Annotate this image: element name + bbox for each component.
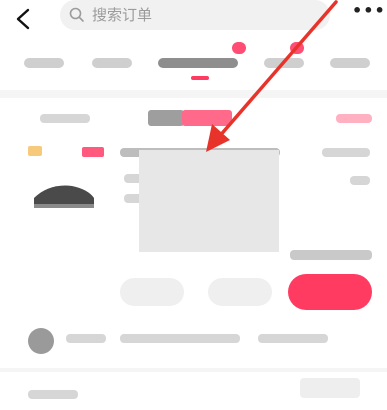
- order-total: [290, 250, 372, 260]
- tab-5[interactable]: [330, 58, 370, 68]
- order-action-button[interactable]: [208, 278, 272, 306]
- order-info: [28, 390, 78, 399]
- shop-logo: [28, 146, 42, 156]
- tab-2[interactable]: [92, 58, 132, 68]
- top-bar: 搜索订单 •••: [0, 0, 387, 42]
- tab-badge: [290, 42, 304, 54]
- active-tab-indicator: [191, 76, 209, 80]
- redaction-overlay: [139, 150, 279, 252]
- filter-chip-active[interactable]: [182, 110, 232, 126]
- shop-tag: [82, 147, 104, 157]
- tab-1[interactable]: [24, 58, 64, 68]
- more-button[interactable]: •••: [352, 2, 386, 20]
- product-quantity: [350, 176, 370, 185]
- back-button[interactable]: [10, 6, 40, 36]
- order-info: [120, 334, 240, 343]
- tab-4[interactable]: [264, 58, 304, 68]
- search-input[interactable]: 搜索订单: [60, 0, 330, 30]
- order-tabs: [0, 42, 387, 90]
- filter-label: [40, 114, 90, 123]
- order-card[interactable]: [0, 372, 387, 410]
- search-placeholder: 搜索订单: [92, 6, 153, 24]
- chevron-left-icon: [16, 8, 30, 30]
- tab-3[interactable]: [158, 58, 238, 68]
- search-icon: [69, 7, 84, 22]
- watermark: [300, 378, 360, 398]
- order-action-button[interactable]: [120, 278, 184, 306]
- tab-badge: [232, 42, 246, 54]
- primary-action-button[interactable]: [288, 274, 372, 310]
- filter-link[interactable]: [336, 114, 372, 123]
- shop-name: [66, 334, 106, 343]
- order-status: [322, 148, 370, 157]
- avatar: [28, 328, 54, 354]
- product-image[interactable]: [28, 168, 100, 216]
- order-card[interactable]: [0, 318, 387, 368]
- filter-chip[interactable]: [148, 110, 184, 126]
- order-info: [258, 334, 328, 343]
